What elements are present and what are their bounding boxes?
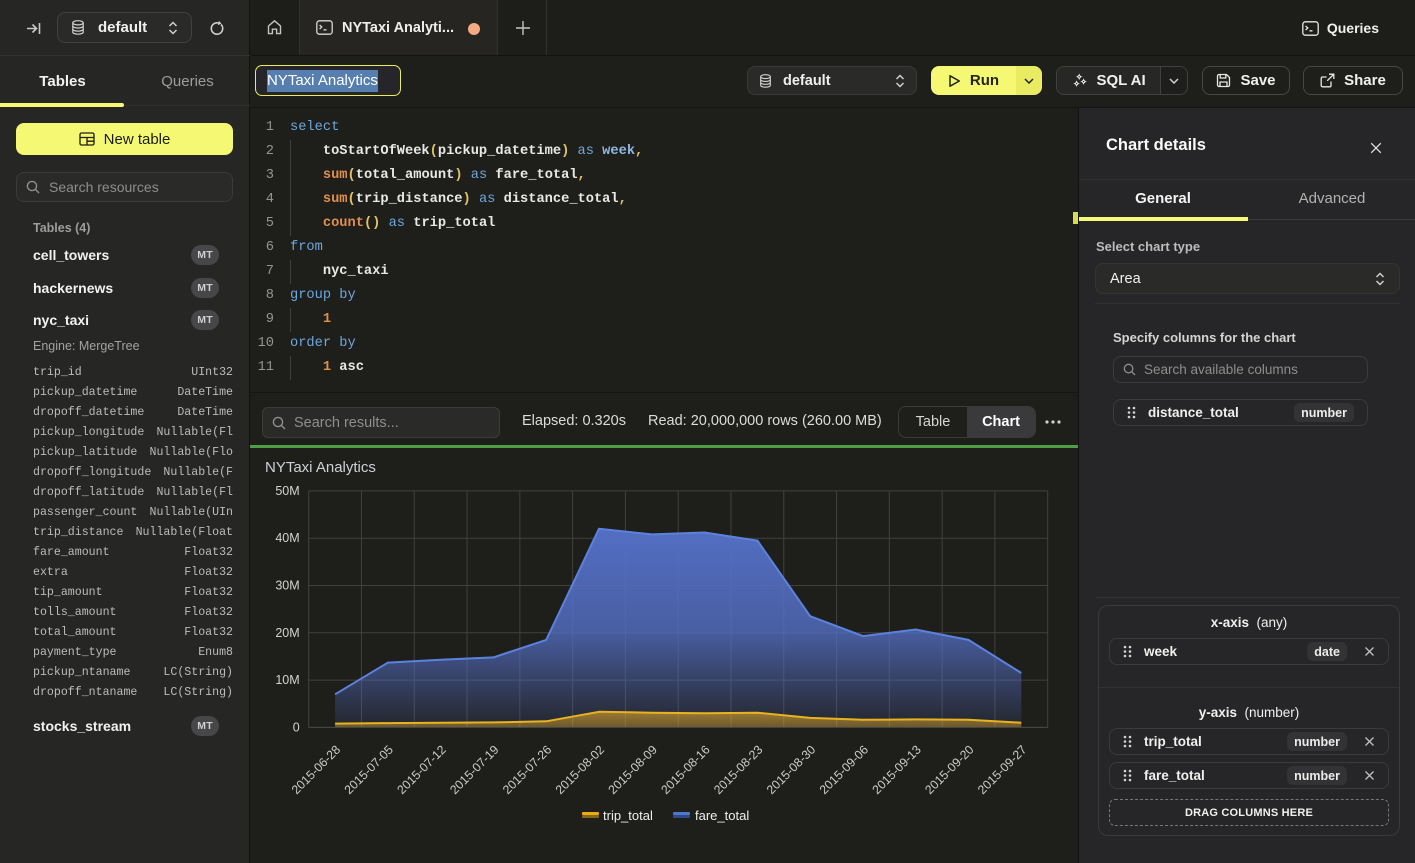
svg-text:2015-08-16: 2015-08-16	[658, 743, 712, 797]
svg-text:2015-07-19: 2015-07-19	[447, 743, 501, 797]
svg-text:trip_total: trip_total	[603, 808, 653, 823]
svg-text:2015-09-06: 2015-09-06	[817, 743, 871, 797]
svg-text:30M: 30M	[275, 579, 299, 593]
svg-text:fare_total: fare_total	[695, 808, 749, 823]
svg-text:2015-09-27: 2015-09-27	[975, 743, 1029, 797]
svg-text:20M: 20M	[275, 626, 299, 640]
svg-text:2015-07-12: 2015-07-12	[394, 743, 448, 797]
svg-text:2015-06-28: 2015-06-28	[289, 743, 343, 797]
svg-text:50M: 50M	[275, 484, 299, 498]
svg-text:2015-08-02: 2015-08-02	[553, 743, 607, 797]
svg-text:2015-09-20: 2015-09-20	[922, 743, 976, 797]
svg-text:2015-08-09: 2015-08-09	[606, 743, 660, 797]
svg-text:2015-09-13: 2015-09-13	[869, 743, 923, 797]
svg-text:2015-08-23: 2015-08-23	[711, 743, 765, 797]
svg-text:2015-08-30: 2015-08-30	[764, 743, 818, 797]
svg-text:10M: 10M	[275, 673, 299, 687]
svg-text:2015-07-26: 2015-07-26	[500, 743, 554, 797]
svg-text:0: 0	[293, 720, 300, 734]
svg-text:40M: 40M	[275, 531, 299, 545]
svg-text:2015-07-05: 2015-07-05	[342, 743, 396, 797]
